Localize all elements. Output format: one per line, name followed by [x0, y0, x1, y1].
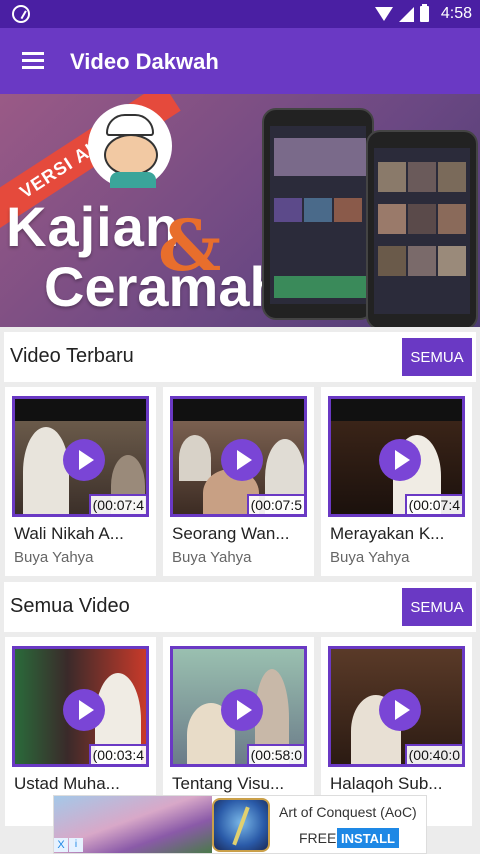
app-title: Video Dakwah: [70, 49, 219, 74]
video-thumbnail: (00:58:0: [170, 646, 307, 767]
video-card[interactable]: (00:07:4 Merayakan K... Buya Yahya: [321, 387, 472, 576]
play-icon[interactable]: [379, 689, 421, 731]
play-icon[interactable]: [221, 439, 263, 481]
play-icon[interactable]: [63, 439, 105, 481]
video-duration: (00:07:4: [88, 494, 146, 514]
video-thumbnail: (00:07:5: [170, 396, 307, 517]
video-card[interactable]: (00:07:5 Seorang Wan... Buya Yahya: [163, 387, 314, 576]
video-title: Halaqoh Sub...: [330, 774, 443, 793]
battery-icon: [419, 4, 429, 22]
ad-free-label: FREE: [299, 830, 337, 846]
play-icon[interactable]: [63, 689, 105, 731]
ad-app-icon: [212, 798, 270, 852]
section-header-semua-video: Semua Video SEMUA: [4, 582, 476, 632]
app-bar: Video Dakwah: [0, 28, 480, 94]
video-title: Merayakan K...: [330, 524, 445, 543]
signal-icon: [398, 6, 414, 22]
status-bar: 4:58: [0, 0, 480, 28]
play-icon[interactable]: [221, 689, 263, 731]
banner-heading-ceramah: Ceramah: [44, 255, 284, 318]
ad-banner[interactable]: X i Art of Conquest (AoC) FREE INSTALL: [53, 795, 427, 854]
status-icons: 4:58: [374, 4, 472, 24]
phone-mockup-right: [366, 130, 478, 327]
video-row-terbaru: (00:07:4 Wali Nikah A... Buya Yahya (00:…: [5, 387, 477, 579]
install-button[interactable]: INSTALL: [337, 828, 399, 848]
video-thumbnail: (00:03:4: [12, 646, 149, 767]
video-title: Wali Nikah A...: [14, 524, 124, 543]
wifi-icon: [374, 7, 393, 21]
section-title: Video Terbaru: [10, 345, 134, 367]
video-duration: (00:07:4: [404, 494, 462, 514]
video-duration: (00:03:4: [88, 744, 146, 764]
video-thumbnail: (00:07:4: [12, 396, 149, 517]
close-icon[interactable]: X: [54, 838, 68, 852]
section-title: Semua Video: [10, 595, 130, 617]
video-duration: (00:40:0: [404, 744, 462, 764]
phone-mockup-left: [262, 108, 374, 320]
mascot-image: [88, 104, 172, 188]
see-all-button[interactable]: SEMUA: [402, 338, 472, 376]
video-thumbnail: (00:07:4: [328, 396, 465, 517]
banner-heading-kajian: Kajian: [6, 195, 181, 258]
info-icon[interactable]: i: [69, 838, 83, 852]
video-thumbnail: (00:40:0: [328, 646, 465, 767]
promo-banner[interactable]: VERSI AUDIO Kajian & Ceramah: [0, 94, 480, 327]
video-title: Tentang Visu...: [172, 774, 285, 793]
video-title: Ustad Muha...: [14, 774, 120, 793]
data-saver-icon: [12, 5, 30, 23]
video-author: Buya Yahya: [14, 549, 94, 566]
video-duration: (00:07:5: [246, 494, 304, 514]
section-header-video-terbaru: Video Terbaru SEMUA: [4, 332, 476, 382]
see-all-button[interactable]: SEMUA: [402, 588, 472, 626]
video-author: Buya Yahya: [172, 549, 252, 566]
ad-title: Art of Conquest (AoC): [279, 804, 417, 820]
video-author: Buya Yahya: [330, 549, 410, 566]
status-time: 4:58: [440, 5, 472, 22]
menu-icon[interactable]: [22, 52, 44, 70]
video-title: Seorang Wan...: [172, 524, 290, 543]
play-icon[interactable]: [379, 439, 421, 481]
video-card[interactable]: (00:07:4 Wali Nikah A... Buya Yahya: [5, 387, 156, 576]
video-duration: (00:58:0: [246, 744, 304, 764]
